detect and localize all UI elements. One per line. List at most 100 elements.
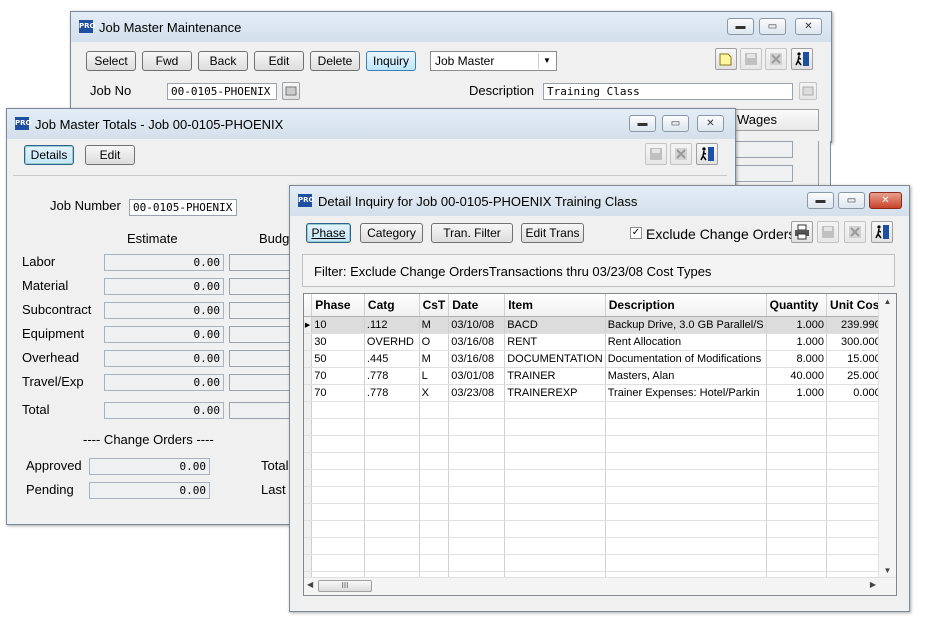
maximize-button[interactable]: ▭ xyxy=(838,192,865,209)
overhead-budget xyxy=(229,350,292,367)
phase-button[interactable]: Phase xyxy=(306,223,351,243)
total-label: Total xyxy=(22,402,50,417)
date-column-header[interactable]: Date xyxy=(448,294,506,317)
exit-button[interactable] xyxy=(871,221,893,243)
description-column-header[interactable]: Description xyxy=(605,294,767,317)
cell-quantity: 1.000 xyxy=(766,316,828,334)
new-button[interactable] xyxy=(715,48,737,70)
delete-record-button[interactable] xyxy=(765,48,787,70)
cell-date: 03/23/08 xyxy=(448,384,506,402)
scroll-left-icon[interactable]: ◀ xyxy=(307,580,313,589)
row-pointer-icon: ▶ xyxy=(304,316,313,334)
save-button[interactable] xyxy=(740,48,762,70)
cell-catg: .778 xyxy=(364,384,420,402)
table-row[interactable]: 50 .445 M 03/16/08 DOCUMENTATION Documen… xyxy=(304,350,896,368)
job-no-label: Job No xyxy=(90,83,132,98)
app-icon: PRO xyxy=(15,117,31,130)
select-button[interactable]: Select xyxy=(86,51,136,71)
table-row[interactable]: 70 .778 X 03/23/08 TRAINEREXP Trainer Ex… xyxy=(304,384,896,402)
labor-estimate: 0.00 xyxy=(104,254,224,271)
close-button[interactable]: ✕ xyxy=(869,192,902,209)
material-estimate: 0.00 xyxy=(104,278,224,295)
equipment-estimate: 0.00 xyxy=(104,326,224,343)
subcontract-budget xyxy=(229,302,292,319)
delete-button[interactable]: Delete xyxy=(310,51,360,71)
delete-record-button[interactable] xyxy=(844,221,866,243)
filter-bar: Filter: Exclude Change OrdersTransaction… xyxy=(302,254,895,287)
empty-row xyxy=(304,486,896,504)
minimize-button[interactable]: ▬ xyxy=(807,192,834,209)
tran-filter-button[interactable]: Tran. Filter xyxy=(431,223,513,243)
delete-record-button[interactable] xyxy=(670,143,692,165)
horizontal-scrollbar[interactable]: ◀ III ▶ xyxy=(304,577,896,595)
view-select[interactable]: Job Master ▼ xyxy=(430,51,557,71)
cell-cst: M xyxy=(419,316,450,334)
fwd-button[interactable]: Fwd xyxy=(142,51,192,71)
edit-button[interactable]: Edit xyxy=(254,51,304,71)
scroll-thumb-grip: III xyxy=(341,581,349,590)
empty-row xyxy=(304,452,896,470)
job-master-right-strip xyxy=(733,141,831,191)
close-button[interactable]: ✕ xyxy=(697,115,724,132)
cell-phase: 70 xyxy=(311,367,365,385)
job-lookup-button[interactable] xyxy=(282,82,300,100)
item-column-header[interactable]: Item xyxy=(504,294,606,317)
cell-item: TRAINEREXP xyxy=(504,384,606,402)
table-row[interactable]: 30 OVERHD O 03/16/08 RENT Rent Allocatio… xyxy=(304,333,896,351)
description-field[interactable]: Training Class xyxy=(543,83,793,100)
description-lookup-button[interactable] xyxy=(799,82,817,100)
minimize-button[interactable]: ▬ xyxy=(629,115,656,132)
chevron-down-icon[interactable]: ▼ xyxy=(538,53,555,69)
scroll-down-icon[interactable]: ▼ xyxy=(879,566,896,575)
exit-button[interactable] xyxy=(791,48,813,70)
scroll-up-icon[interactable]: ▲ xyxy=(879,297,896,306)
catg-column-header[interactable]: Catg xyxy=(364,294,420,317)
exclude-change-orders-checkbox[interactable]: ✓ xyxy=(630,227,642,239)
vertical-divider xyxy=(818,141,819,191)
close-button[interactable]: ✕ xyxy=(795,18,822,35)
exit-button[interactable] xyxy=(696,143,718,165)
cell-cst: O xyxy=(419,333,450,351)
maximize-button[interactable]: ▭ xyxy=(662,115,689,132)
transactions-grid[interactable]: Phase Catg CsT Date Item Description Qua… xyxy=(303,293,897,596)
filter-text: Filter: Exclude Change OrdersTransaction… xyxy=(314,264,712,279)
cell-item: DOCUMENTATION xyxy=(504,350,606,368)
cell-quantity: 8.000 xyxy=(766,350,828,368)
edit-trans-button[interactable]: Edit Trans xyxy=(521,223,584,243)
wages-tab[interactable]: Wages xyxy=(731,109,819,131)
labor-budget xyxy=(229,254,292,271)
table-row[interactable]: 70 .778 L 03/01/08 TRAINER Masters, Alan… xyxy=(304,367,896,385)
job-master-titlebar[interactable]: PRO Job Master Maintenance ▬ ▭ ✕ xyxy=(71,12,831,42)
last-label: Last xyxy=(261,482,286,497)
travel-exp-estimate: 0.00 xyxy=(104,374,224,391)
horizontal-scroll-thumb[interactable]: III xyxy=(318,580,372,592)
minimize-button[interactable]: ▬ xyxy=(727,18,754,35)
scroll-right-icon[interactable]: ▶ xyxy=(870,580,876,589)
inquiry-button[interactable]: Inquiry xyxy=(366,51,416,71)
totals-titlebar[interactable]: PRO Job Master Totals - Job 00-0105-PHOE… xyxy=(7,109,735,139)
maximize-button[interactable]: ▭ xyxy=(759,18,786,35)
back-button[interactable]: Back xyxy=(198,51,248,71)
save-icon xyxy=(650,148,662,160)
cst-column-header[interactable]: CsT xyxy=(419,294,450,317)
exit-door-icon xyxy=(795,52,809,66)
print-button[interactable] xyxy=(791,221,813,243)
vertical-scrollbar[interactable]: ▲ ▼ xyxy=(878,294,896,578)
phase-column-header[interactable]: Phase xyxy=(311,294,365,317)
lookup-icon xyxy=(285,86,297,96)
overhead-estimate: 0.00 xyxy=(104,350,224,367)
category-button[interactable]: Category xyxy=(360,223,423,243)
indicator-column-header xyxy=(304,294,313,317)
quantity-column-header[interactable]: Quantity xyxy=(766,294,828,317)
job-no-field[interactable]: 00-0105-PHOENIX xyxy=(167,83,277,100)
detail-titlebar[interactable]: PRO Detail Inquiry for Job 00-0105-PHOEN… xyxy=(290,186,909,216)
save-button[interactable] xyxy=(817,221,839,243)
save-icon xyxy=(745,53,757,65)
save-button[interactable] xyxy=(645,143,667,165)
transactions-table: Phase Catg CsT Date Item Description Qua… xyxy=(304,294,896,595)
details-button[interactable]: Details xyxy=(24,145,74,165)
cell-cst: M xyxy=(419,350,450,368)
table-row[interactable]: ▶ 10 .112 M 03/10/08 BACD Backup Drive, … xyxy=(304,316,896,334)
estimate-column-header: Estimate xyxy=(127,231,178,246)
edit-button[interactable]: Edit xyxy=(85,145,135,165)
